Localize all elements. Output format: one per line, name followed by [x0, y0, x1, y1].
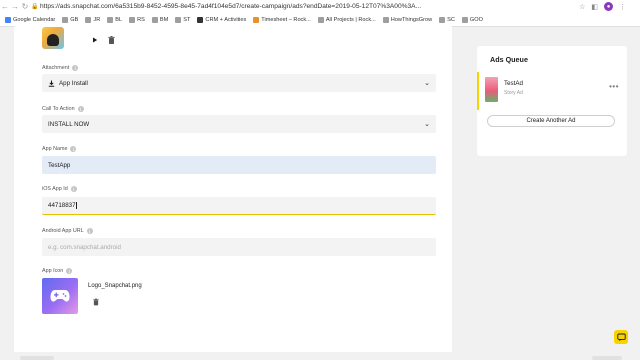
delete-media-button[interactable] [104, 33, 118, 47]
attachment-select[interactable]: App Install ⌄ [42, 74, 436, 92]
folder-icon [85, 16, 92, 23]
android-app-url-label: Android App URL i [42, 228, 93, 234]
app-icon-preview[interactable] [42, 278, 78, 314]
folder-icon [62, 16, 69, 23]
clock-icon [253, 16, 260, 23]
info-icon[interactable]: i [77, 106, 84, 112]
profile-avatar[interactable]: ● [604, 2, 613, 11]
bookmark-bl[interactable]: BL [107, 16, 122, 23]
bookmark-gb[interactable]: GB [62, 16, 78, 23]
call-to-action-select[interactable]: INSTALL NOW ⌄ [42, 115, 436, 133]
bookmark-timesheet[interactable]: Timesheet – Rock... [253, 16, 311, 23]
bookmark-all-projects[interactable]: All Projects | Rock... [317, 16, 376, 23]
app-icon-filename: Logo_Snapchat.png [88, 283, 142, 289]
info-icon[interactable]: i [86, 228, 93, 234]
app-name-input[interactable]: TestApp [42, 156, 436, 174]
bookmark-rs[interactable]: RS [129, 16, 145, 23]
trash-icon [93, 298, 99, 306]
ios-app-id-label: iOS App Id i [42, 186, 77, 192]
info-icon[interactable]: i [66, 268, 73, 274]
bookmark-howthingsgrow[interactable]: HowThingsGrow [382, 16, 432, 23]
calendar-icon [5, 16, 11, 23]
extension-icon[interactable]: ◧ [591, 3, 598, 11]
play-button[interactable] [88, 33, 102, 47]
bookmark-bm[interactable]: BM [151, 16, 168, 23]
p-logo-icon [197, 16, 204, 23]
chat-icon [616, 333, 626, 341]
bookmark-google-calendar[interactable]: Google Calendar [5, 16, 55, 23]
bookmark-sc[interactable]: SC [439, 16, 455, 23]
media-thumbnail[interactable] [42, 27, 64, 49]
bookmark-goo[interactable]: GOO [461, 16, 483, 23]
app-name-label: App Name i [42, 146, 77, 152]
info-icon[interactable]: i [70, 146, 77, 152]
call-to-action-label: Call To Action i [42, 106, 84, 112]
download-icon [48, 80, 55, 87]
help-chat-button[interactable] [614, 330, 628, 344]
ads-queue-title: Ads Queue [490, 55, 528, 64]
queue-ad-item[interactable]: TestAd Story Ad ••• [477, 72, 627, 110]
delete-app-icon-button[interactable] [91, 297, 101, 307]
forward-icon[interactable]: → [10, 2, 20, 11]
bookmark-jr[interactable]: JR [85, 16, 100, 23]
folder-icon [107, 16, 114, 23]
folder-icon [461, 16, 468, 23]
chevron-down-icon: ⌄ [424, 121, 430, 128]
bottom-tab[interactable] [20, 356, 54, 360]
ad-type: Story Ad [504, 90, 523, 96]
folder-icon [382, 16, 389, 23]
create-another-ad-button[interactable]: Create Another Ad [487, 115, 615, 127]
attachment-label: Attachment i [42, 65, 79, 71]
folder-icon [151, 16, 158, 23]
gamepad-icon [50, 290, 70, 302]
bottom-tab[interactable] [592, 356, 622, 360]
address-bar[interactable]: https://ads.snapchat.com/6a5315b9-8452-4… [40, 3, 579, 10]
snap-preview-icon [47, 34, 59, 46]
android-app-url-input[interactable]: e.g. com.snapchat.android [42, 238, 436, 256]
info-icon[interactable]: i [70, 186, 77, 192]
reload-icon[interactable]: ↻ [20, 2, 30, 11]
back-icon[interactable]: ← [0, 2, 10, 11]
ad-form-card: Attachment i App Install ⌄ Call To Actio… [14, 25, 452, 360]
text-cursor [76, 202, 77, 209]
info-icon[interactable]: i [72, 65, 79, 71]
star-icon[interactable]: ☆ [579, 3, 585, 11]
more-options-icon[interactable]: ••• [609, 82, 619, 91]
bookmark-crm[interactable]: CRM + Activities [197, 16, 246, 23]
folder-icon [129, 16, 136, 23]
app-icon-label: App Icon i [42, 268, 73, 274]
lock-icon[interactable]: 🔒 [30, 3, 40, 10]
ad-name: TestAd [504, 80, 523, 87]
ad-thumbnail [485, 77, 498, 102]
trash-icon [107, 36, 115, 44]
folder-icon [175, 16, 182, 23]
folder-icon [439, 16, 446, 23]
bottom-bar [0, 352, 640, 360]
play-icon [93, 37, 98, 43]
menu-icon[interactable]: ⋮ [619, 3, 626, 11]
ios-app-id-input[interactable]: 44718837 [42, 197, 436, 215]
bookmark-st[interactable]: ST [175, 16, 190, 23]
bookmark-icon [317, 16, 324, 23]
chevron-down-icon: ⌄ [424, 80, 430, 87]
page-content: Attachment i App Install ⌄ Call To Actio… [0, 25, 640, 360]
browser-url-bar: ← → ↻ 🔒 https://ads.snapchat.com/6a5315b… [0, 0, 640, 13]
ads-queue-panel: Ads Queue TestAd Story Ad ••• Create Ano… [477, 46, 627, 156]
